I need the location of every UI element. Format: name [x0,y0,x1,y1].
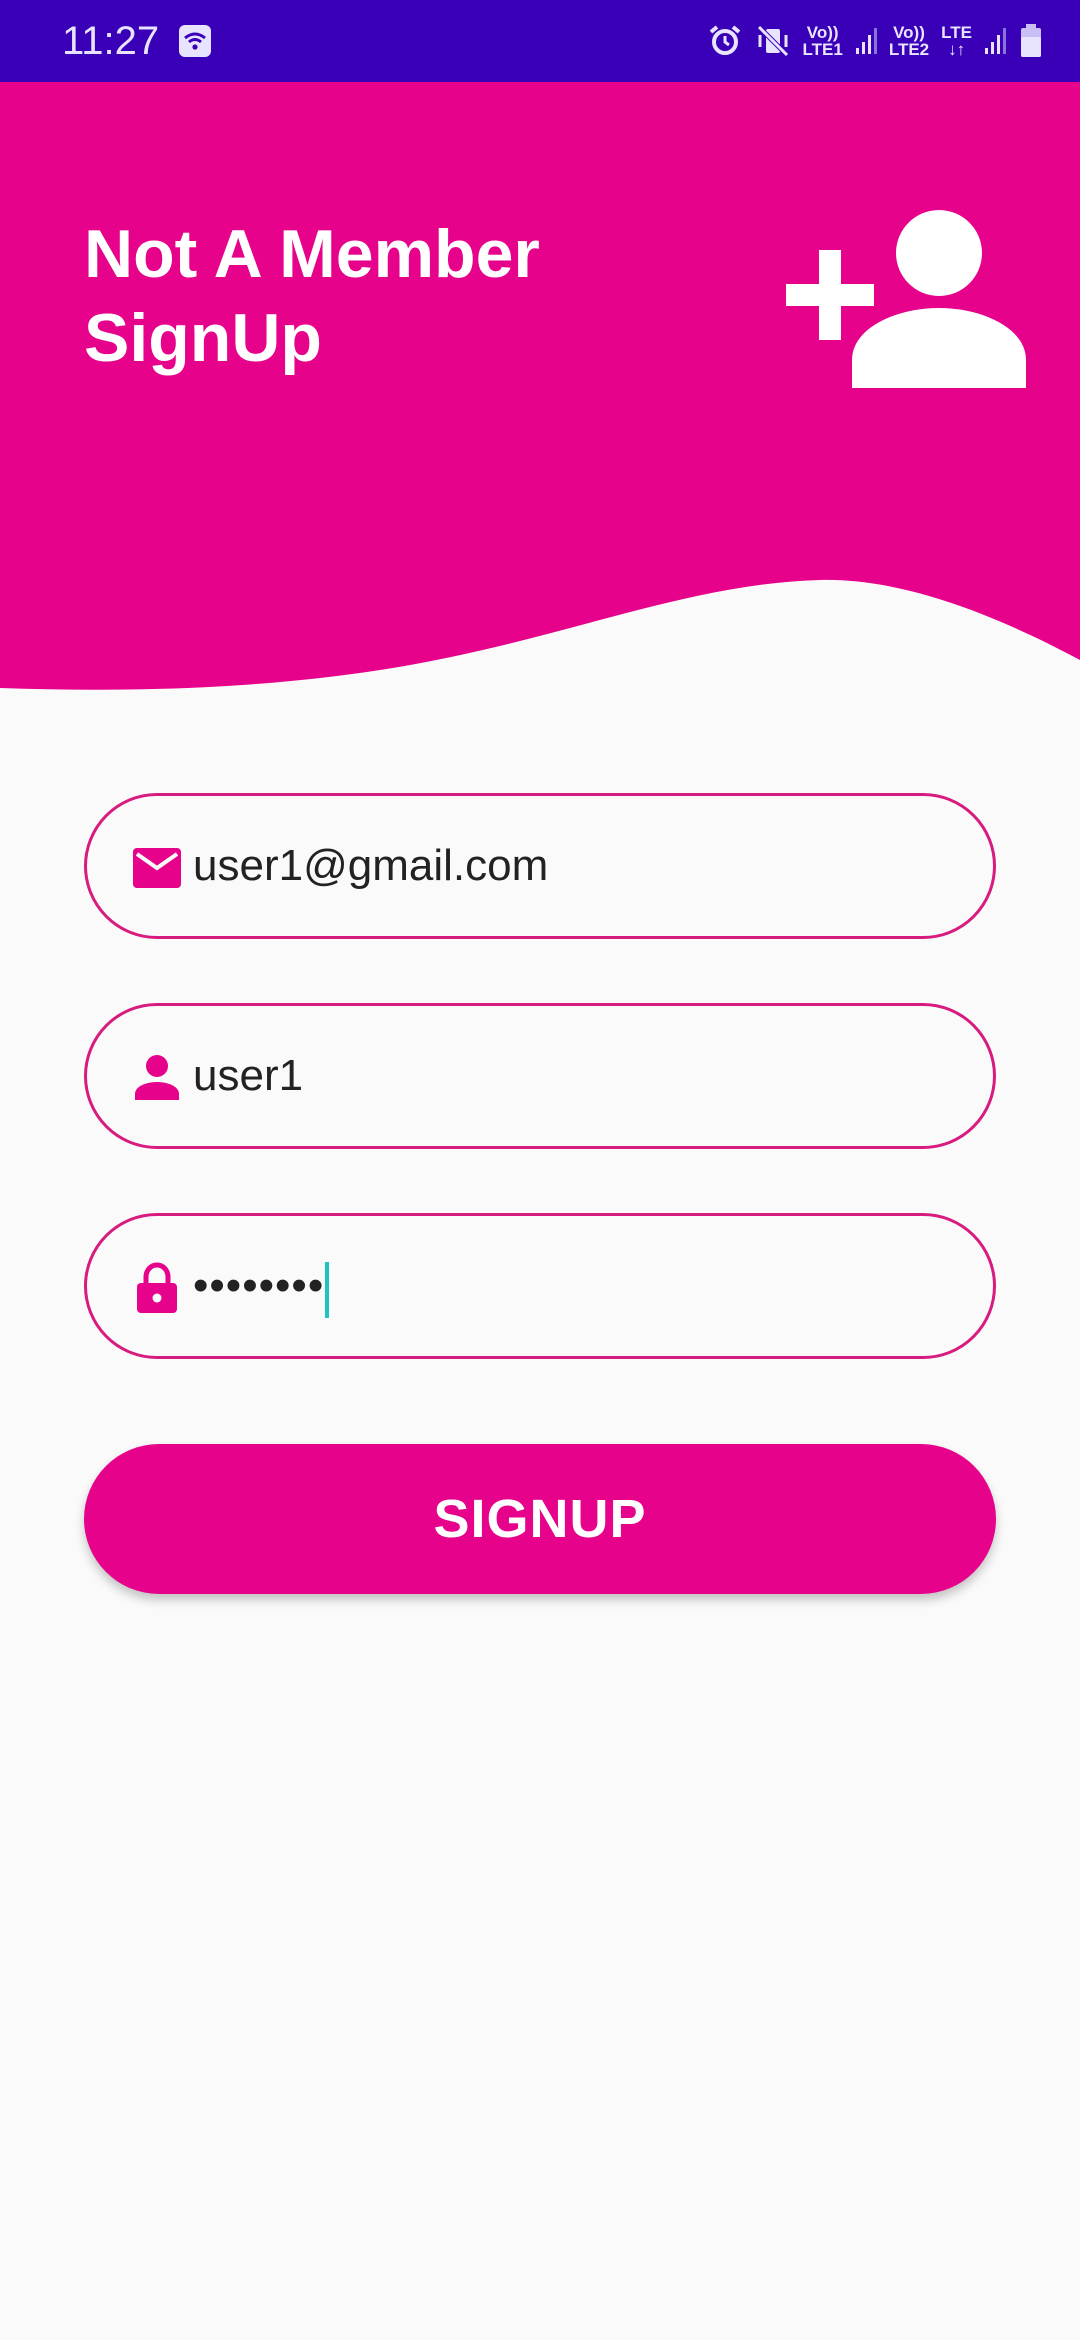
status-time: 11:27 [62,19,160,63]
email-value[interactable]: user1@gmail.com [193,796,548,936]
text-cursor [325,1262,329,1318]
lte-indicator: LTE ↓↑ [941,23,972,59]
title-line-1: Not A Member [84,216,540,292]
sim2-label: Vo)) LTE2 [888,23,930,59]
header-wave [0,82,1080,690]
vibrate-mute-icon [755,24,790,58]
battery-icon [1021,24,1041,57]
add-user-icon [786,210,1026,388]
sim1-label: Vo)) LTE1 [802,23,843,59]
password-field[interactable]: •••••••• [84,1213,996,1359]
wifi-icon [179,25,211,57]
lock-icon [137,1262,177,1313]
alarm-icon [709,25,740,55]
header: Not A Member SignUp [0,82,1080,702]
email-field[interactable]: user1@gmail.com [84,793,996,939]
status-icons: Vo)) LTE1 Vo)) LTE2 LTE ↓↑ [707,18,1044,64]
person-icon [135,1055,179,1100]
title-line-2: SignUp [84,300,322,376]
username-value[interactable]: user1 [193,1006,303,1146]
email-icon [133,848,181,888]
signal-icon [855,28,877,54]
signal-icon [985,28,1006,54]
password-value[interactable]: •••••••• [193,1216,324,1356]
signup-button[interactable]: SIGNUP [84,1444,996,1594]
username-field[interactable]: user1 [84,1003,996,1149]
page-title: Not A Member SignUp [84,212,644,380]
status-bar: 11:27 Vo)) LTE1 Vo)) LTE2 LTE ↓↑ [0,0,1080,82]
